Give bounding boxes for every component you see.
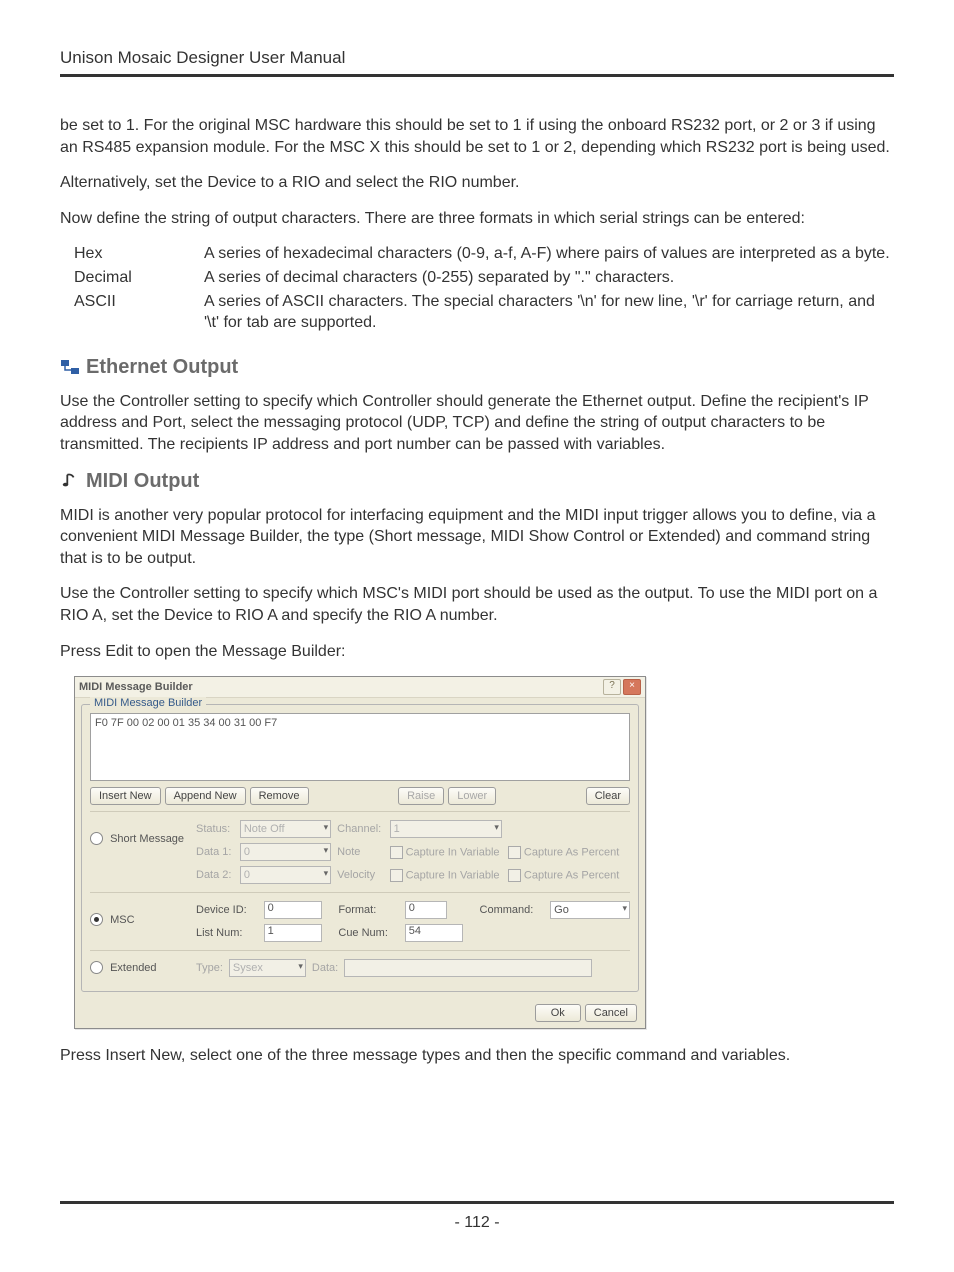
close-button[interactable]: × [623,679,641,695]
command-label: Command: [480,904,545,916]
groupbox-legend: MIDI Message Builder [90,697,206,709]
format-desc: A series of decimal characters (0-255) s… [204,267,894,289]
help-button[interactable]: ? [603,679,621,695]
ethernet-icon [60,357,80,377]
midi-p1: MIDI is another very popular protocol fo… [60,505,894,570]
midi-p3: Press Edit to open the Message Builder: [60,641,894,663]
data1-capture-var-check[interactable] [390,846,403,859]
msc-radio[interactable] [90,913,103,926]
extended-radio-label: Extended [110,962,156,974]
cuenum-label: Cue Num: [338,927,398,939]
civ-label: Capture In Variable [406,846,500,858]
listnum-label: List Num: [196,927,258,939]
builder-groupbox: MIDI Message Builder F0 7F 00 02 00 01 3… [81,704,639,992]
listnum-input[interactable]: 1 [264,924,322,942]
status-select[interactable]: Note Off [240,820,331,838]
format-desc: A series of ASCII characters. The specia… [204,291,894,334]
short-message-radio[interactable] [90,832,103,845]
ethernet-body: Use the Controller setting to specify wh… [60,391,894,456]
format-term: Decimal [60,267,204,289]
format-list: Hex A series of hexadecimal characters (… [60,243,894,333]
insert-new-button[interactable]: Insert New [90,787,161,805]
page-header-title: Unison Mosaic Designer User Manual [60,48,894,68]
cap-label-2: Capture As Percent [524,869,619,881]
raise-button[interactable]: Raise [398,787,444,805]
civ-label-2: Capture In Variable [406,869,500,881]
ext-type-label: Type: [196,962,223,974]
midi-note-icon [60,471,80,491]
command-select[interactable]: Go [550,901,630,919]
cap-label: Capture As Percent [524,846,619,858]
deviceid-input[interactable]: 0 [264,901,322,919]
footer-rule [60,1201,894,1204]
page-number: - 112 - [60,1214,894,1232]
intro-p2: Alternatively, set the Device to a RIO a… [60,172,894,194]
format-row: Hex A series of hexadecimal characters (… [60,243,894,265]
data1-spinner[interactable]: 0 [240,843,331,861]
after-dialog-text: Press Insert New, select one of the thre… [60,1045,894,1067]
ext-data-label: Data: [312,962,338,974]
midi-p2: Use the Controller setting to specify wh… [60,583,894,626]
msc-radio-label: MSC [110,914,134,926]
lower-button[interactable]: Lower [448,787,496,805]
channel-spinner[interactable]: 1 [390,820,502,838]
ok-button[interactable]: Ok [535,1004,581,1022]
header-rule [60,74,894,77]
cancel-button[interactable]: Cancel [585,1004,637,1022]
data1-capture-pct-check[interactable] [508,846,521,859]
cuenum-input[interactable]: 54 [405,924,463,942]
data2-capture-pct-check[interactable] [508,869,521,882]
data2-capture-var-check[interactable] [390,869,403,882]
dialog-footer: Ok Cancel [75,998,645,1028]
format-label: Format: [338,904,398,916]
dialog-titlebar[interactable]: MIDI Message Builder ? × [75,677,645,698]
extended-panel: Extended Type: Sysex Data: [90,950,630,985]
intro-p3: Now define the string of output characte… [60,208,894,230]
format-row: ASCII A series of ASCII characters. The … [60,291,894,334]
format-term: ASCII [60,291,204,334]
remove-button[interactable]: Remove [250,787,309,805]
data1-label: Data 1: [196,846,234,858]
append-new-button[interactable]: Append New [165,787,246,805]
channel-label: Channel: [337,823,383,835]
ethernet-heading: Ethernet Output [60,356,894,379]
ext-type-select[interactable]: Sysex [229,959,306,977]
intro-p1: be set to 1. For the original MSC hardwa… [60,115,894,158]
msc-panel: MSC Device ID: 0 Format: 0 Command: Go L… [90,892,630,950]
midi-heading-label: MIDI Output [86,470,199,493]
short-message-radio-label: Short Message [110,833,184,845]
status-label: Status: [196,823,234,835]
format-term: Hex [60,243,204,265]
format-desc: A series of hexadecimal characters (0-9,… [204,243,894,265]
data2-label: Data 2: [196,869,234,881]
data1-type: Note [337,846,383,858]
midi-heading: MIDI Output [60,470,894,493]
clear-button[interactable]: Clear [586,787,630,805]
dialog-title: MIDI Message Builder [79,681,601,693]
data2-type: Velocity [337,869,383,881]
builder-button-row: Insert New Append New Remove Raise Lower… [90,787,630,805]
format-input[interactable]: 0 [405,901,447,919]
ext-data-input[interactable] [344,959,592,977]
deviceid-label: Device ID: [196,904,258,916]
format-row: Decimal A series of decimal characters (… [60,267,894,289]
short-message-panel: Short Message Status: Note Off Channel: … [90,811,630,892]
extended-radio[interactable] [90,961,103,974]
ethernet-heading-label: Ethernet Output [86,356,238,379]
hex-output[interactable]: F0 7F 00 02 00 01 35 34 00 31 00 F7 [90,713,630,781]
midi-message-builder-dialog: MIDI Message Builder ? × MIDI Message Bu… [74,676,646,1029]
data2-spinner[interactable]: 0 [240,866,331,884]
